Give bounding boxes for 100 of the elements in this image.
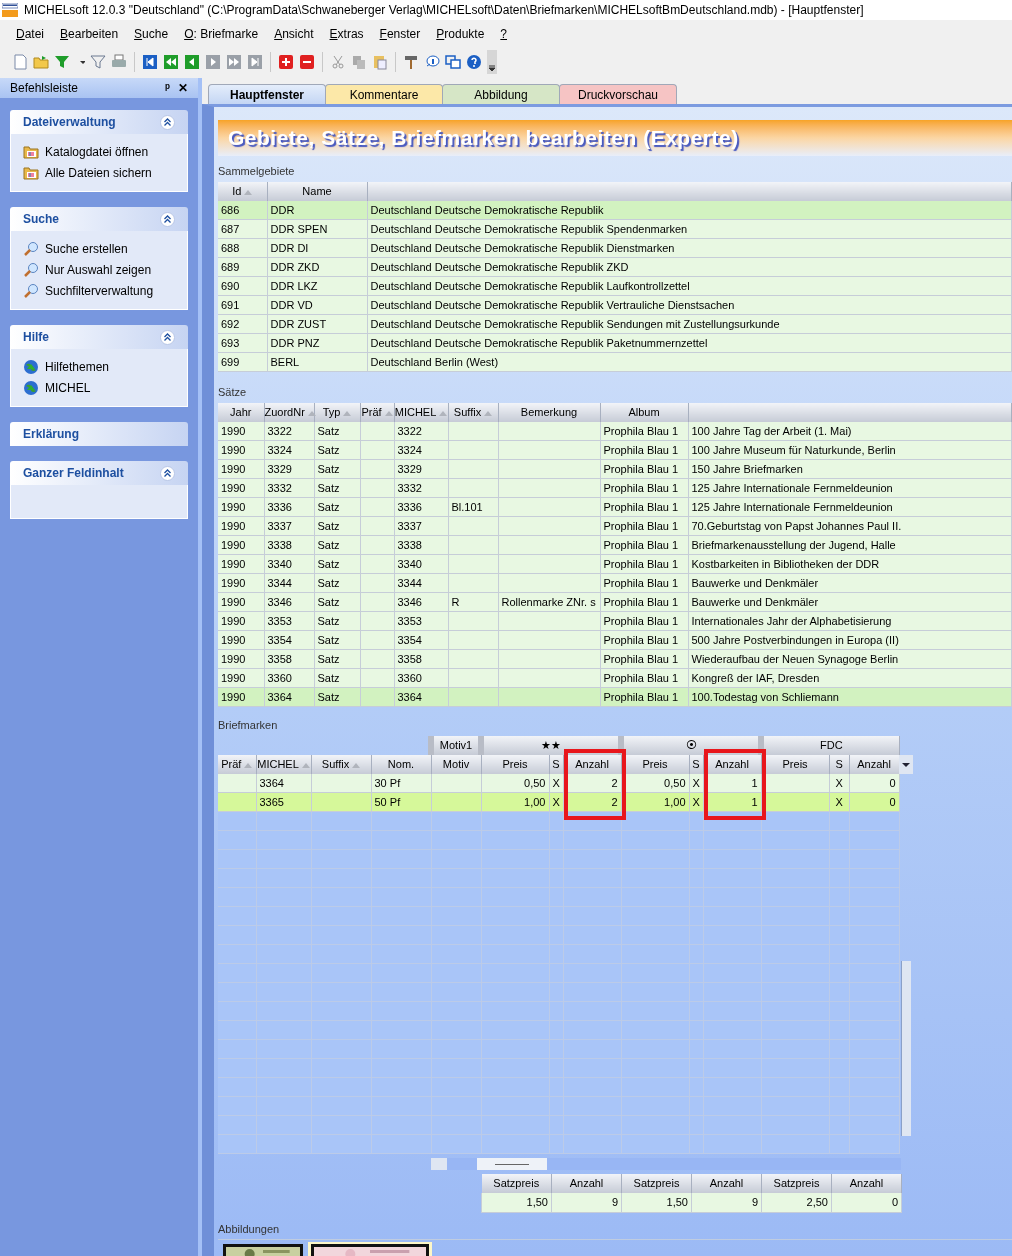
task-link[interactable]: Hilfethemen <box>45 358 110 376</box>
info-icon[interactable] <box>424 54 440 70</box>
table-cell: 687 <box>218 219 267 239</box>
search-icon <box>23 283 39 299</box>
column-header[interactable]: Bemerkung <box>498 402 600 422</box>
toolbar-overflow-icon[interactable] <box>487 50 497 74</box>
table-cell: Prophila Blau 1 <box>600 478 688 498</box>
add-icon[interactable] <box>278 54 294 70</box>
printer-icon[interactable] <box>111 54 127 70</box>
collapse-chevron-icon[interactable] <box>160 329 175 345</box>
column-header[interactable]: MICHEL <box>394 402 448 422</box>
task-link[interactable]: Nur Auswahl zeigen <box>45 261 152 279</box>
section-label: Sammelgebiete <box>218 164 296 179</box>
column-header[interactable]: Anzahl <box>691 1174 762 1193</box>
column-header[interactable]: Satzpreis <box>621 1174 692 1193</box>
help-icon[interactable] <box>466 54 482 70</box>
table-cell: 3338 <box>264 535 314 555</box>
filter-icon[interactable] <box>54 54 70 70</box>
table-cell: Satz <box>314 611 360 631</box>
first-record-icon[interactable] <box>142 54 158 70</box>
table-cell: 125 Jahre Internationale Fernmeldeunion <box>688 497 1012 517</box>
table-cell: 688 <box>218 238 267 258</box>
group-header[interactable]: Ganzer Feldinhalt <box>10 461 188 485</box>
task-link[interactable]: Alle Dateien sichern <box>45 164 152 182</box>
column-header[interactable]: Jahr <box>218 402 264 422</box>
table-cell: Prophila Blau 1 <box>600 535 688 555</box>
back-icon[interactable] <box>184 54 200 70</box>
menu-item[interactable]: Ansicht <box>274 25 314 43</box>
column-header[interactable]: Anzahl <box>551 1174 622 1193</box>
menu-item[interactable]: Extras <box>329 25 364 43</box>
task-link[interactable]: Suche erstellen <box>45 240 128 258</box>
table-cell: X <box>829 773 850 793</box>
column-header[interactable]: Typ <box>314 402 360 422</box>
collapse-chevron-icon[interactable] <box>160 114 175 130</box>
menu-item[interactable]: Suche <box>134 25 169 43</box>
table-cell: 1990 <box>218 554 264 574</box>
task-link[interactable]: Suchfilterverwaltung <box>45 282 154 300</box>
pin-button[interactable]: ᵖ <box>165 79 170 97</box>
column-header[interactable]: Präf <box>360 402 394 422</box>
column-header[interactable]: Präf <box>218 754 256 774</box>
table-cell: 1,00 <box>621 792 690 812</box>
group-header[interactable]: Dateiverwaltung <box>10 110 188 134</box>
last-record-icon[interactable] <box>247 54 263 70</box>
menu-item[interactable]: ? <box>500 25 507 43</box>
sort-arrow-icon <box>352 761 361 768</box>
forward-icon[interactable] <box>205 54 221 70</box>
group-header[interactable]: Suche <box>10 207 188 231</box>
fast-forward-icon[interactable] <box>226 54 242 70</box>
column-header[interactable]: Album <box>600 402 688 422</box>
tab[interactable]: Druckvorschau <box>559 84 677 104</box>
column-header[interactable]: MICHEL <box>256 754 311 774</box>
tab[interactable]: Kommentare <box>325 84 443 104</box>
table-cell: 0,50 <box>481 773 549 793</box>
group-header[interactable]: Hilfe <box>10 325 188 349</box>
new-document-icon[interactable] <box>12 54 28 70</box>
sort-arrow-icon <box>439 409 448 416</box>
collapse-chevron-icon[interactable] <box>160 211 175 227</box>
column-header[interactable]: Id <box>218 181 267 201</box>
column-header[interactable]: Satzpreis <box>481 1174 552 1193</box>
horizontal-scrollbar[interactable] <box>431 1158 901 1170</box>
collapse-chevron-icon[interactable] <box>160 465 175 481</box>
filter-icon[interactable] <box>90 54 106 70</box>
paste-icon[interactable] <box>372 54 388 70</box>
table-cell: 150 Jahre Briefmarken <box>688 459 1012 479</box>
column-header[interactable]: ZuordNr <box>264 402 314 422</box>
column-header[interactable]: Name <box>267 181 367 201</box>
menu-item[interactable]: Produkte <box>436 25 485 43</box>
remove-icon[interactable] <box>299 54 315 70</box>
task-link[interactable]: Katalogdatei öffnen <box>45 143 149 161</box>
menu-item[interactable]: Bearbeiten <box>60 25 119 43</box>
copy-icon[interactable] <box>351 54 367 70</box>
task-link[interactable]: MICHEL <box>45 379 91 397</box>
table-cell: 3353 <box>264 611 314 631</box>
menu-item[interactable]: Datei <box>16 25 45 43</box>
table-cell: Deutschland Deutsche Demokratische Republik ZKD <box>367 257 1012 277</box>
table-cell: Satz <box>314 592 360 612</box>
table-cell: 3346 <box>264 592 314 612</box>
group-header[interactable]: Erklärung <box>10 422 188 446</box>
table-cell: 100 Jahre Museum für Naturkunde, Berlin <box>688 440 1012 460</box>
tab[interactable]: Hauptfenster <box>208 84 326 104</box>
tab[interactable]: Abbildung <box>442 84 560 104</box>
column-header[interactable]: Suffix <box>448 402 498 422</box>
column-header[interactable]: Nom. <box>371 754 431 774</box>
column-header[interactable]: Satzpreis <box>761 1174 832 1193</box>
hammer-icon[interactable] <box>403 54 419 70</box>
scissors-icon[interactable] <box>330 54 346 70</box>
table-cell: 3324 <box>394 440 448 460</box>
column-chooser-caret-icon[interactable] <box>899 754 913 774</box>
menu-item[interactable]: O: Briefmarke <box>184 25 259 43</box>
column-header[interactable]: Suffix <box>311 754 371 774</box>
vertical-scrollbar[interactable] <box>901 960 911 1136</box>
table-cell: Satz <box>314 687 360 707</box>
windows-icon[interactable] <box>445 54 461 70</box>
close-button[interactable]: ✕ <box>178 79 188 97</box>
table-cell: 1,50 <box>481 1193 552 1212</box>
column-header[interactable]: Anzahl <box>831 1174 902 1193</box>
fast-back-icon[interactable] <box>163 54 179 70</box>
menu-item[interactable]: Fenster <box>379 25 421 43</box>
table-cell: 30 Pf <box>371 773 431 793</box>
open-folder-icon[interactable] <box>33 54 49 70</box>
